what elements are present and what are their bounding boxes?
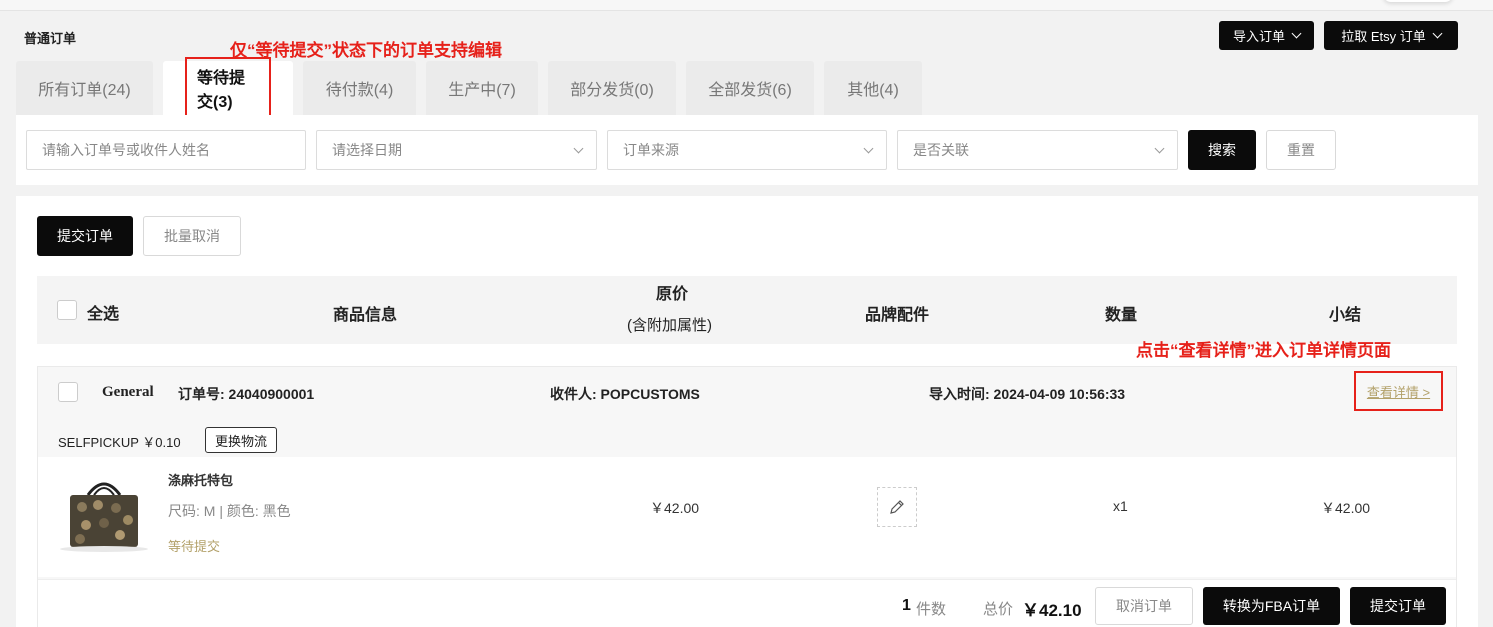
item-price: ￥42.00 <box>650 500 700 516</box>
order-channel: General <box>102 384 154 400</box>
tab-label: 所有订单(24) <box>38 82 131 99</box>
import-orders-label: 导入订单 <box>1232 29 1285 44</box>
tab-other[interactable]: 其他(4) <box>824 61 922 115</box>
item-quantity: x1 <box>1113 498 1128 514</box>
item-subtotal: ￥42.00 <box>1321 500 1371 516</box>
item-count-number: 1 <box>902 597 911 614</box>
chevron-down-icon <box>863 143 874 154</box>
tab-partially-shipped[interactable]: 部分发货(0) <box>548 61 676 115</box>
order-source-select[interactable]: 订单来源 <box>607 130 887 170</box>
col-subtotal: 小结 <box>1329 307 1362 324</box>
tab-label: 其他(4) <box>847 82 899 99</box>
linked-select[interactable]: 是否关联 <box>897 130 1178 170</box>
tab-pending-submit[interactable]: 等待提交(3) <box>163 57 293 119</box>
pencil-icon <box>890 500 904 514</box>
filter-panel: 请输入订单号或收件人姓名 请选择日期 订单来源 是否关联 搜索 重置 <box>16 115 1478 185</box>
edit-brand-parts-button[interactable] <box>877 487 917 527</box>
order-footer: 1 件数 总价 ￥42.10 取消订单 转换为FBA订单 提交订单 <box>38 579 1456 627</box>
order-card: General 订单号: 24040900001 收件人: POPCUSTOMS… <box>37 366 1457 627</box>
order-status-tabs: 所有订单(24) 等待提交(3) 待付款(4) 生产中(7) 部分发货(0) 全… <box>16 57 932 119</box>
total-label: 总价 <box>983 601 1014 618</box>
tab-label: 等待提交(3) <box>185 57 271 119</box>
col-quantity: 数量 <box>1105 307 1138 324</box>
search-placeholder: 请输入订单号或收件人姓名 <box>42 142 210 158</box>
page-title: 普通订单 <box>24 31 77 46</box>
col-product-info: 商品信息 <box>333 307 398 324</box>
order-search-input[interactable]: 请输入订单号或收件人姓名 <box>26 130 306 170</box>
top-tab-shadow <box>1383 0 1453 2</box>
tab-label: 待付款(4) <box>325 82 394 99</box>
col-brand-parts: 品牌配件 <box>865 307 930 324</box>
col-original-price-note: (含附加属性) <box>627 317 712 334</box>
order-item-row: 涤麻托特包 尺码: M | 颜色: 黑色 等待提交 ￥42.00 x1 ￥42.… <box>38 457 1456 577</box>
date-select[interactable]: 请选择日期 <box>316 130 597 170</box>
select-all-label: 全选 <box>87 306 120 323</box>
pull-etsy-orders-button[interactable]: 拉取 Etsy 订单 <box>1324 21 1458 50</box>
tab-all-orders[interactable]: 所有订单(24) <box>16 61 153 115</box>
pull-etsy-label: 拉取 Etsy 订单 <box>1341 29 1426 44</box>
tab-label: 全部发货(6) <box>708 82 792 99</box>
top-bar <box>0 0 1493 11</box>
chevron-down-icon <box>1432 28 1443 39</box>
reset-button[interactable]: 重置 <box>1266 130 1336 170</box>
order-checkbox[interactable] <box>58 382 78 402</box>
orders-panel: 提交订单 批量取消 全选 商品信息 原价 (含附加属性) 品牌配件 数量 小结 … <box>16 196 1478 627</box>
tab-label: 生产中(7) <box>448 82 516 99</box>
import-orders-button[interactable]: 导入订单 <box>1219 21 1314 50</box>
search-button[interactable]: 搜索 <box>1188 130 1256 170</box>
cancel-order-button[interactable]: 取消订单 <box>1095 587 1193 625</box>
date-placeholder: 请选择日期 <box>332 142 402 158</box>
linked-placeholder: 是否关联 <box>913 142 969 158</box>
batch-cancel-button[interactable]: 批量取消 <box>143 216 241 256</box>
order-recipient: 收件人: POPCUSTOMS <box>550 386 700 402</box>
submit-orders-button[interactable]: 提交订单 <box>37 216 133 256</box>
convert-fba-button[interactable]: 转换为FBA订单 <box>1203 587 1340 625</box>
view-detail-link[interactable]: 查看详情 > <box>1354 371 1443 411</box>
source-placeholder: 订单来源 <box>623 142 679 158</box>
chevron-down-icon <box>1291 28 1302 39</box>
tab-fully-shipped[interactable]: 全部发货(6) <box>686 61 814 115</box>
tab-in-production[interactable]: 生产中(7) <box>426 61 538 115</box>
shipping-method: SELFPICKUP ￥0.10 <box>58 435 181 450</box>
select-all-checkbox[interactable] <box>57 300 77 320</box>
item-count-label: 件数 <box>916 601 947 618</box>
chevron-down-icon <box>573 143 584 154</box>
chevron-down-icon <box>1154 143 1165 154</box>
item-status: 等待提交 <box>168 539 221 554</box>
change-logistics-button[interactable]: 更换物流 <box>205 427 278 453</box>
product-attributes: 尺码: M | 颜色: 黑色 <box>168 503 291 519</box>
order-number: 订单号: 24040900001 <box>178 386 315 402</box>
submit-order-button[interactable]: 提交订单 <box>1350 587 1446 625</box>
tab-pending-payment[interactable]: 待付款(4) <box>303 61 416 115</box>
product-thumbnail[interactable] <box>58 475 150 553</box>
col-original-price: 原价 <box>656 286 689 303</box>
product-name: 涤麻托特包 <box>168 473 234 488</box>
order-import-time: 导入时间: 2024-04-09 10:56:33 <box>929 386 1126 402</box>
total-value: ￥42.10 <box>1022 601 1082 620</box>
table-header: 全选 商品信息 原价 (含附加属性) 品牌配件 数量 小结 <box>37 276 1457 344</box>
tab-label: 部分发货(0) <box>570 82 654 99</box>
annotation-detail-note: 点击“查看详情”进入订单详情页面 <box>1136 341 1391 360</box>
